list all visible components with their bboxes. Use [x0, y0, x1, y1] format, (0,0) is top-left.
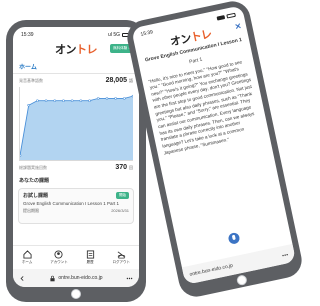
microphone-icon[interactable]	[227, 231, 241, 246]
chart-point	[131, 94, 133, 98]
left-phone-screen: 15:39 ul 5G オントレ 無料体験 ✓ ホーム 発音基準語数 28,00…	[13, 27, 139, 287]
right-phone: 15:39 オントレ × Grove English Communication…	[124, 0, 305, 300]
home-icon	[23, 250, 32, 259]
section-title: あなたの課題	[19, 178, 50, 184]
progress-chart	[19, 87, 133, 161]
right-phone-screen: 15:39 オントレ × Grove English Communication…	[131, 5, 297, 285]
chart-point	[96, 97, 100, 100]
chart-point	[44, 99, 48, 102]
lesson-text: "Hello, it's nice to meet you." "How goo…	[147, 58, 255, 156]
chart-point	[79, 99, 83, 102]
chart-point	[62, 99, 65, 102]
chart-point	[53, 99, 57, 102]
account-icon	[54, 250, 64, 259]
chart-point	[20, 154, 22, 157]
home-button[interactable]	[71, 289, 81, 299]
app-header: オントレ 無料体験 ✓	[13, 39, 139, 59]
chart-point	[123, 97, 126, 100]
chart-area	[20, 96, 133, 160]
home-heading: ホーム	[13, 59, 139, 74]
bottom-nav: ホーム アカウント 履歴 ログアウト	[13, 245, 139, 269]
task-card-head: お試し課題 開始	[23, 192, 129, 199]
lock-icon	[50, 275, 55, 281]
signal-icon	[216, 15, 226, 21]
status-bar: 15:39 ul 5G	[13, 27, 139, 39]
home-button[interactable]	[235, 274, 248, 287]
nav-history[interactable]: 履歴	[86, 250, 95, 265]
network-label: ul 5G	[108, 32, 120, 38]
close-icon[interactable]: ×	[234, 21, 242, 33]
chart-point	[114, 97, 117, 100]
chart-point	[27, 104, 30, 107]
nav-home[interactable]: ホーム	[22, 250, 32, 265]
task-title: Grove English Communication I Lesson 1 P…	[23, 201, 120, 206]
stat-label: 総課題実施回数	[19, 164, 47, 170]
history-icon	[86, 250, 94, 259]
stat-value: 28,005 語	[105, 77, 133, 84]
url-display[interactable]: ontre.bun-eido.co.jp	[189, 263, 233, 278]
stat-row-words: 発音基準語数 28,005 語	[13, 74, 139, 85]
status-time: 15:39	[21, 32, 34, 38]
chart-point	[36, 99, 39, 102]
app-logo[interactable]: オントレ	[55, 41, 98, 57]
nav-logout[interactable]: ログアウト	[113, 250, 130, 265]
task-card[interactable]: お試し課題 開始 Grove English Communication I L…	[18, 188, 134, 224]
browser-url-bar[interactable]: ontre.bun-eido.co.jp	[13, 269, 139, 287]
url-display[interactable]: ontre.bun-eido.co.jp	[49, 275, 103, 282]
chart-point	[105, 97, 109, 100]
stat-label: 発音基準語数	[19, 77, 43, 83]
back-icon[interactable]	[19, 275, 26, 282]
more-icon[interactable]	[126, 275, 133, 282]
nav-account[interactable]: アカウント	[50, 250, 68, 265]
chart-point	[88, 99, 91, 102]
left-phone: 15:39 ul 5G オントレ 無料体験 ✓ ホーム 発音基準語数 28,00…	[6, 20, 146, 302]
start-button[interactable]: 開始	[116, 192, 129, 199]
area-chart-svg	[20, 94, 133, 160]
stat-value: 370 回	[115, 164, 133, 171]
chart-point	[70, 99, 74, 102]
stat-row-tasks: 総課題実施回数 370 回	[13, 161, 139, 172]
task-label: お試し課題	[23, 193, 49, 199]
task-deadline: 提出期限 2026/3/31	[23, 207, 129, 213]
battery-icon	[226, 12, 236, 19]
logout-icon	[117, 251, 126, 259]
more-icon[interactable]	[281, 250, 289, 258]
